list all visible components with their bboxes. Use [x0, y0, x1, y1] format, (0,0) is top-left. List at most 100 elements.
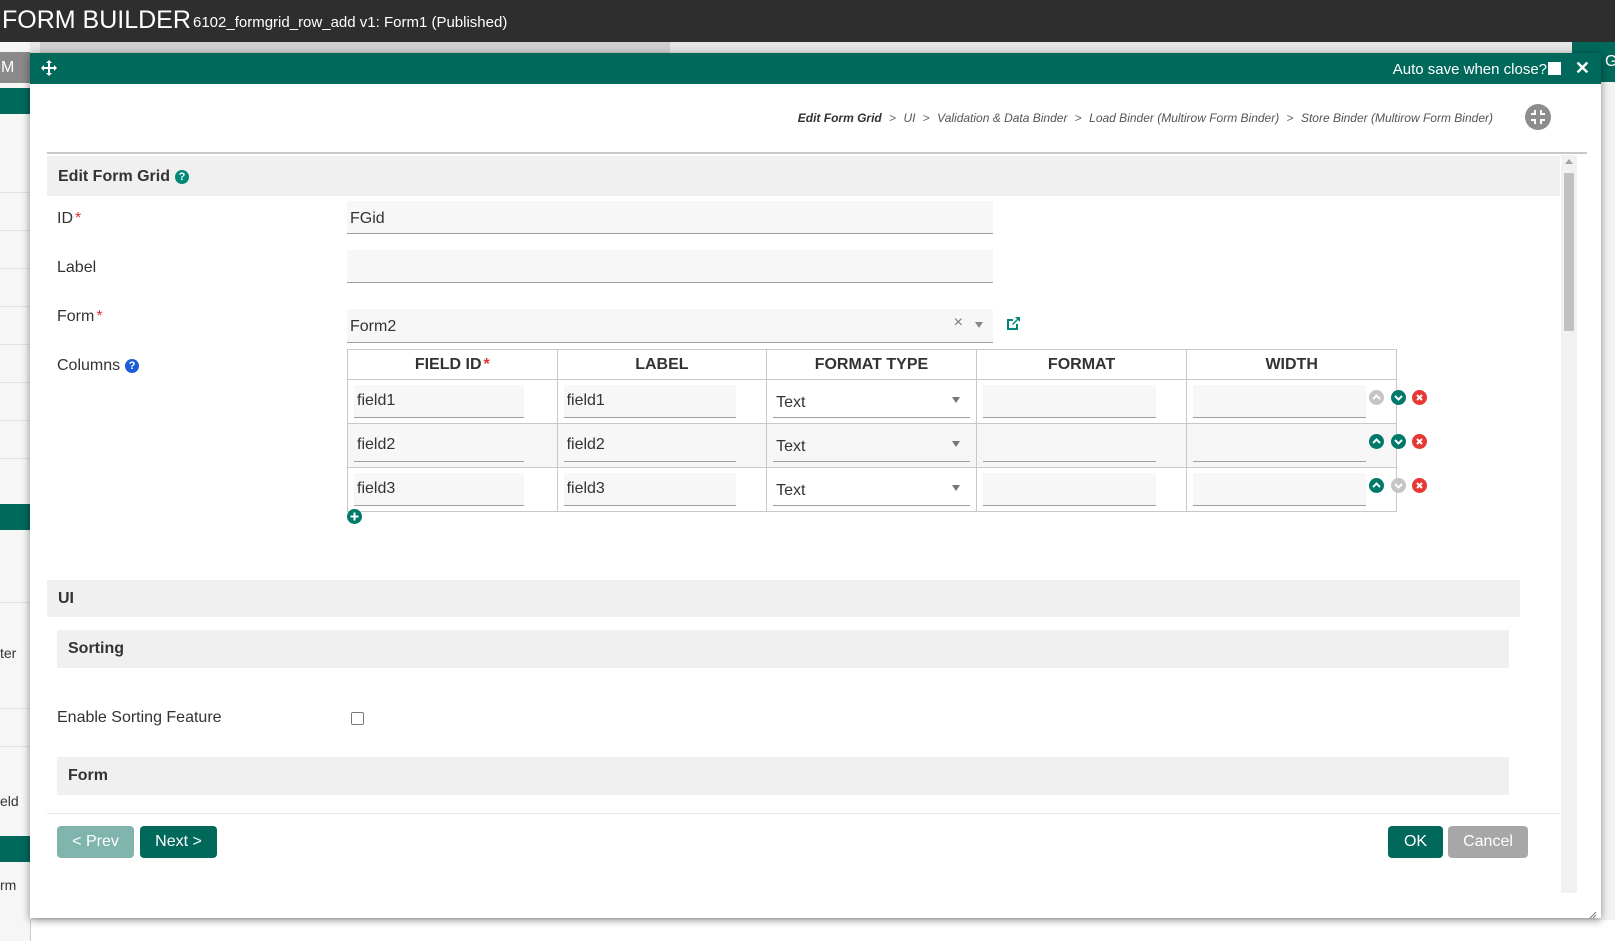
- subsection-form: Form: [57, 757, 1509, 795]
- table-row: Text: [347, 379, 1397, 424]
- help-icon[interactable]: ?: [175, 170, 189, 184]
- background-divider: [0, 306, 30, 307]
- breadcrumb: Edit Form Grid > UI > Validation & Data …: [798, 111, 1493, 125]
- table-cell: [556, 423, 768, 468]
- prev-button[interactable]: < Prev: [57, 826, 134, 858]
- columns-field-label: Columns?: [57, 357, 140, 375]
- chevron-down-icon[interactable]: [975, 322, 983, 328]
- label-text: ID: [57, 210, 73, 227]
- move-up-icon[interactable]: [1369, 390, 1384, 405]
- column-header-label: LABEL: [556, 349, 768, 380]
- scrollbar-thumb[interactable]: [1564, 173, 1574, 331]
- help-icon[interactable]: ?: [125, 359, 140, 373]
- required-marker: *: [96, 308, 103, 325]
- label-text: Columns: [57, 357, 121, 374]
- format-type-select[interactable]: Text: [773, 385, 970, 418]
- delete-icon[interactable]: [1412, 390, 1427, 405]
- form-select[interactable]: Form2 ×: [347, 309, 993, 343]
- section-edit-form-grid: Edit Form Grid?: [47, 156, 1560, 196]
- breadcrumb-separator: >: [922, 111, 930, 125]
- autosave-checkbox[interactable]: [1548, 62, 1561, 75]
- app-header: FORM BUILDER 6102_formgrid_row_add v1: F…: [0, 0, 1615, 42]
- next-button[interactable]: Next >: [140, 826, 217, 858]
- table-cell: [556, 467, 768, 512]
- width-input[interactable]: [1193, 385, 1367, 418]
- section-title: Edit Form Grid: [58, 168, 170, 185]
- format-type-value: Text: [776, 438, 806, 455]
- background-teal-bar: [0, 836, 30, 862]
- label-cell-input[interactable]: [563, 473, 736, 506]
- field-id-input[interactable]: [354, 385, 524, 418]
- label-cell-input[interactable]: [563, 429, 736, 462]
- breadcrumb-item-validation[interactable]: Validation & Data Binder: [937, 111, 1067, 125]
- subsection-sorting: Sorting: [57, 630, 1509, 668]
- format-type-select[interactable]: Text: [773, 429, 970, 462]
- breadcrumb-separator: >: [1286, 111, 1294, 125]
- move-icon[interactable]: [40, 59, 58, 77]
- background-text-fragment: eld: [0, 793, 19, 809]
- background-divider: [0, 230, 30, 231]
- width-input[interactable]: [1193, 473, 1367, 506]
- breadcrumb-item-ui[interactable]: UI: [903, 111, 915, 125]
- background-teal-bar: [0, 504, 30, 530]
- column-header-field-id: FIELD ID *: [347, 349, 558, 380]
- required-marker: *: [75, 210, 82, 227]
- table-cell: [1186, 379, 1397, 424]
- label-cell-input[interactable]: [563, 385, 736, 418]
- close-icon[interactable]: ✕: [1575, 57, 1590, 79]
- column-header-width: WIDTH: [1186, 349, 1397, 380]
- background-divider: [0, 708, 30, 709]
- ok-button[interactable]: OK: [1388, 826, 1443, 858]
- delete-icon[interactable]: [1412, 434, 1427, 449]
- move-down-icon[interactable]: [1391, 434, 1406, 449]
- row-actions: [1369, 434, 1439, 450]
- column-header-format: FORMAT: [975, 349, 1188, 380]
- move-up-icon[interactable]: [1369, 478, 1384, 493]
- format-input[interactable]: [982, 429, 1156, 462]
- id-input[interactable]: [347, 201, 993, 234]
- external-link-icon[interactable]: [1005, 315, 1022, 332]
- chevron-down-icon: [951, 441, 960, 447]
- field-id-input[interactable]: [354, 429, 524, 462]
- background-divider: [0, 268, 30, 269]
- chevron-down-icon: [951, 397, 960, 403]
- format-type-value: Text: [776, 394, 806, 411]
- breadcrumb-item-edit-form-grid[interactable]: Edit Form Grid: [798, 111, 882, 125]
- grid-header-row: FIELD ID * LABEL FORMAT TYPE FORMAT WIDTH: [347, 349, 1397, 380]
- label-text: Form: [57, 308, 95, 325]
- format-input[interactable]: [982, 473, 1156, 506]
- move-down-icon[interactable]: [1391, 478, 1406, 493]
- background-sidebar: M ter eld rm: [0, 42, 30, 941]
- breadcrumb-item-load-binder[interactable]: Load Binder (Multirow Form Binder): [1089, 111, 1279, 125]
- table-row: Text: [347, 467, 1397, 512]
- fullscreen-exit-icon[interactable]: [1525, 104, 1551, 130]
- scroll-up-icon[interactable]: [1565, 159, 1573, 164]
- table-cell: [347, 379, 558, 424]
- cancel-button[interactable]: Cancel: [1448, 826, 1528, 858]
- clear-icon[interactable]: ×: [954, 314, 963, 332]
- table-cell: [975, 423, 1188, 468]
- background-divider: [0, 344, 30, 345]
- field-id-input[interactable]: [354, 473, 524, 506]
- label-field-label: Label: [57, 259, 97, 276]
- move-up-icon[interactable]: [1369, 434, 1384, 449]
- move-down-icon[interactable]: [1391, 390, 1406, 405]
- table-cell: [1186, 467, 1397, 512]
- id-field-label: ID *: [57, 210, 81, 228]
- background-text-fragment: ter: [0, 645, 17, 661]
- label-input[interactable]: [347, 250, 993, 283]
- enable-sorting-label: Enable Sorting Feature: [57, 709, 222, 726]
- delete-icon[interactable]: [1412, 478, 1427, 493]
- format-input[interactable]: [982, 385, 1156, 418]
- resize-grip-icon[interactable]: [1589, 906, 1597, 919]
- add-icon[interactable]: [347, 509, 362, 524]
- format-type-select[interactable]: Text: [773, 473, 970, 506]
- breadcrumb-item-store-binder[interactable]: Store Binder (Multirow Form Binder): [1301, 111, 1493, 125]
- table-cell: Text: [766, 423, 977, 468]
- background-divider: [0, 602, 30, 603]
- width-input[interactable]: [1193, 429, 1367, 462]
- enable-sorting-checkbox[interactable]: [351, 712, 364, 725]
- background-tab-strip: [0, 42, 1615, 82]
- background-left-tab[interactable]: M: [0, 52, 30, 83]
- dialog-titlebar[interactable]: Auto save when close? ✕: [30, 53, 1601, 84]
